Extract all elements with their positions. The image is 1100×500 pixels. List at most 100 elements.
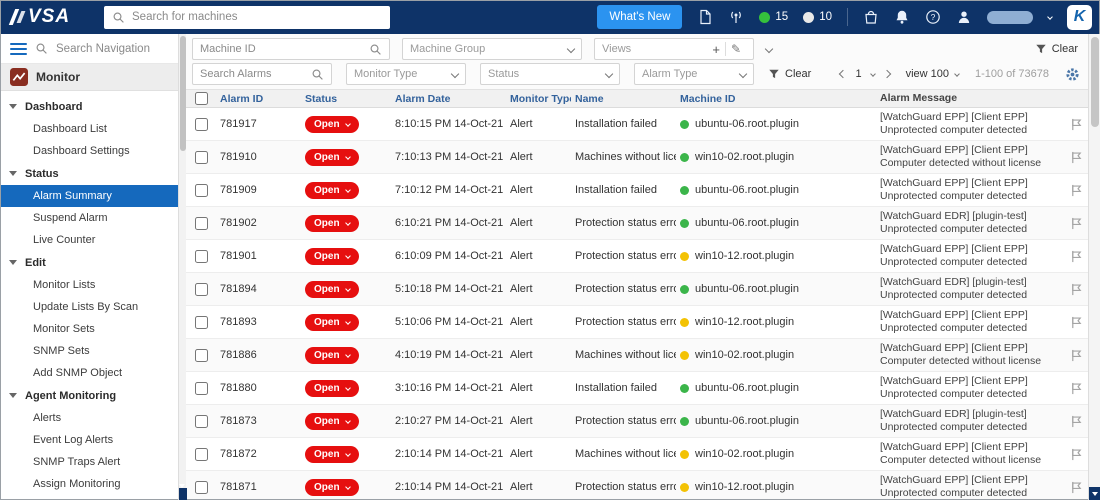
row-checkbox[interactable] — [194, 447, 208, 461]
flag-icon[interactable] — [1070, 415, 1083, 428]
scrollbar-thumb[interactable] — [1091, 37, 1099, 127]
sidebar-item-snmp-sets[interactable]: SNMP Sets — [0, 340, 178, 362]
table-row[interactable]: 781873 Open 2:10:27 PM 14-Oct-21 Alert P… — [186, 405, 1088, 438]
flag-icon[interactable] — [1070, 481, 1083, 494]
flag-icon[interactable] — [1070, 118, 1083, 131]
status-open-badge[interactable]: Open — [305, 247, 359, 265]
status-dropdown[interactable]: Status — [480, 63, 620, 85]
kaseya-logo[interactable]: K — [1067, 4, 1092, 30]
add-view-button[interactable]: + — [707, 42, 725, 57]
row-checkbox[interactable] — [194, 183, 208, 197]
search-icon[interactable] — [311, 68, 324, 81]
vsa-logo[interactable]: VSA — [0, 0, 104, 34]
whats-new-button[interactable]: What's New — [597, 5, 683, 29]
search-icon[interactable] — [369, 43, 382, 56]
agents-offline-badge[interactable]: 10 — [803, 11, 832, 23]
search-navigation-input[interactable] — [56, 42, 168, 55]
column-header-name[interactable]: Name — [571, 93, 676, 105]
chevron-down-icon[interactable] — [1047, 14, 1053, 20]
status-open-badge[interactable]: Open — [305, 214, 359, 232]
flag-icon[interactable] — [1070, 184, 1083, 197]
flag-icon[interactable] — [1070, 217, 1083, 230]
row-checkbox[interactable] — [194, 480, 208, 494]
next-page-button[interactable] — [882, 69, 891, 79]
help-icon[interactable]: ? — [925, 9, 941, 25]
sidebar-item-dashboard-settings[interactable]: Dashboard Settings — [0, 140, 178, 162]
sidebar-item-monitor-log[interactable]: Monitor Log — [0, 495, 178, 500]
sidebar-item-dashboard-list[interactable]: Dashboard List — [0, 118, 178, 140]
flag-icon[interactable] — [1070, 250, 1083, 263]
broadcast-icon[interactable] — [728, 9, 744, 25]
column-header-monitor-type[interactable]: Monitor Type — [506, 93, 571, 105]
scrollbar-thumb[interactable] — [180, 36, 186, 151]
scroll-down-button[interactable] — [179, 484, 187, 500]
page-select-dropdown[interactable] — [869, 71, 876, 77]
table-row[interactable]: 781902 Open 6:10:21 PM 14-Oct-21 Alert P… — [186, 207, 1088, 240]
machine-id-input[interactable] — [200, 43, 369, 55]
row-checkbox[interactable] — [194, 282, 208, 296]
sidebar-item-assign-monitoring[interactable]: Assign Monitoring — [0, 473, 178, 495]
table-row[interactable]: 781886 Open 4:10:19 PM 14-Oct-21 Alert M… — [186, 339, 1088, 372]
column-header-status[interactable]: Status — [301, 93, 391, 105]
machine-search-input[interactable] — [132, 11, 382, 23]
column-header-alarm-message[interactable]: Alarm Message — [876, 92, 1060, 105]
select-all-checkbox[interactable] — [194, 92, 208, 105]
table-row[interactable]: 781880 Open 3:10:16 PM 14-Oct-21 Alert I… — [186, 372, 1088, 405]
menu-icon[interactable] — [10, 42, 27, 55]
cart-icon[interactable] — [863, 9, 879, 25]
sidebar-group-edit[interactable]: Edit — [0, 251, 178, 274]
sidebar-item-event-log-alerts[interactable]: Event Log Alerts — [0, 429, 178, 451]
row-checkbox[interactable] — [194, 150, 208, 164]
sidebar-group-agent-monitoring[interactable]: Agent Monitoring — [0, 384, 178, 407]
sidebar-item-monitor-sets[interactable]: Monitor Sets — [0, 318, 178, 340]
document-icon[interactable] — [697, 9, 713, 25]
status-open-badge[interactable]: Open — [305, 115, 359, 133]
views-dropdown[interactable]: Views + ✎ — [594, 38, 754, 60]
status-open-badge[interactable]: Open — [305, 478, 359, 496]
bell-icon[interactable] — [894, 9, 910, 25]
row-checkbox[interactable] — [194, 117, 208, 131]
flag-icon[interactable] — [1070, 316, 1083, 329]
status-open-badge[interactable]: Open — [305, 313, 359, 331]
row-checkbox[interactable] — [194, 414, 208, 428]
sidebar-item-add-snmp-object[interactable]: Add SNMP Object — [0, 362, 178, 384]
table-row[interactable]: 781910 Open 7:10:13 PM 14-Oct-21 Alert M… — [186, 141, 1088, 174]
column-header-alarm-id[interactable]: Alarm ID — [216, 93, 301, 105]
sidebar-module-monitor[interactable]: Monitor — [0, 64, 178, 91]
status-open-badge[interactable]: Open — [305, 148, 359, 166]
row-checkbox[interactable] — [194, 381, 208, 395]
status-open-badge[interactable]: Open — [305, 280, 359, 298]
machine-search[interactable] — [104, 5, 390, 29]
clear-alarm-filters-button[interactable]: Clear — [768, 68, 811, 80]
sidebar-item-suspend-alarm[interactable]: Suspend Alarm — [0, 207, 178, 229]
edit-view-button[interactable]: ✎ — [724, 42, 746, 56]
status-open-badge[interactable]: Open — [305, 181, 359, 199]
sidebar-item-live-counter[interactable]: Live Counter — [0, 229, 178, 251]
user-name[interactable] — [987, 10, 1033, 24]
scroll-down-button[interactable] — [1089, 487, 1100, 500]
row-checkbox[interactable] — [194, 249, 208, 263]
flag-icon[interactable] — [1070, 448, 1083, 461]
sidebar-item-snmp-traps-alert[interactable]: SNMP Traps Alert — [0, 451, 178, 473]
sidebar-group-dashboard[interactable]: Dashboard — [0, 95, 178, 118]
sidebar-item-alerts[interactable]: Alerts — [0, 407, 178, 429]
table-row[interactable]: 781893 Open 5:10:06 PM 14-Oct-21 Alert P… — [186, 306, 1088, 339]
sidebar-scrollbar[interactable] — [178, 34, 187, 500]
search-alarms-filter[interactable] — [192, 63, 332, 85]
sidebar-item-monitor-lists[interactable]: Monitor Lists — [0, 274, 178, 296]
sidebar-item-alarm-summary[interactable]: Alarm Summary — [0, 185, 178, 207]
search-alarms-input[interactable] — [200, 68, 311, 80]
monitor-type-dropdown[interactable]: Monitor Type — [346, 63, 466, 85]
user-icon[interactable] — [956, 9, 972, 25]
view-count-dropdown[interactable]: view 100 — [906, 68, 960, 80]
table-row[interactable]: 781917 Open 8:10:15 PM 14-Oct-21 Alert I… — [186, 108, 1088, 141]
column-header-alarm-date[interactable]: Alarm Date — [391, 93, 506, 105]
table-row[interactable]: 781871 Open 2:10:14 PM 14-Oct-21 Alert P… — [186, 471, 1088, 500]
table-row[interactable]: 781909 Open 7:10:12 PM 14-Oct-21 Alert I… — [186, 174, 1088, 207]
table-row[interactable]: 781872 Open 2:10:14 PM 14-Oct-21 Alert M… — [186, 438, 1088, 471]
table-row[interactable]: 781901 Open 6:10:09 PM 14-Oct-21 Alert P… — [186, 240, 1088, 273]
flag-icon[interactable] — [1070, 151, 1083, 164]
row-checkbox[interactable] — [194, 216, 208, 230]
previous-page-button[interactable] — [839, 69, 848, 79]
flag-icon[interactable] — [1070, 382, 1083, 395]
